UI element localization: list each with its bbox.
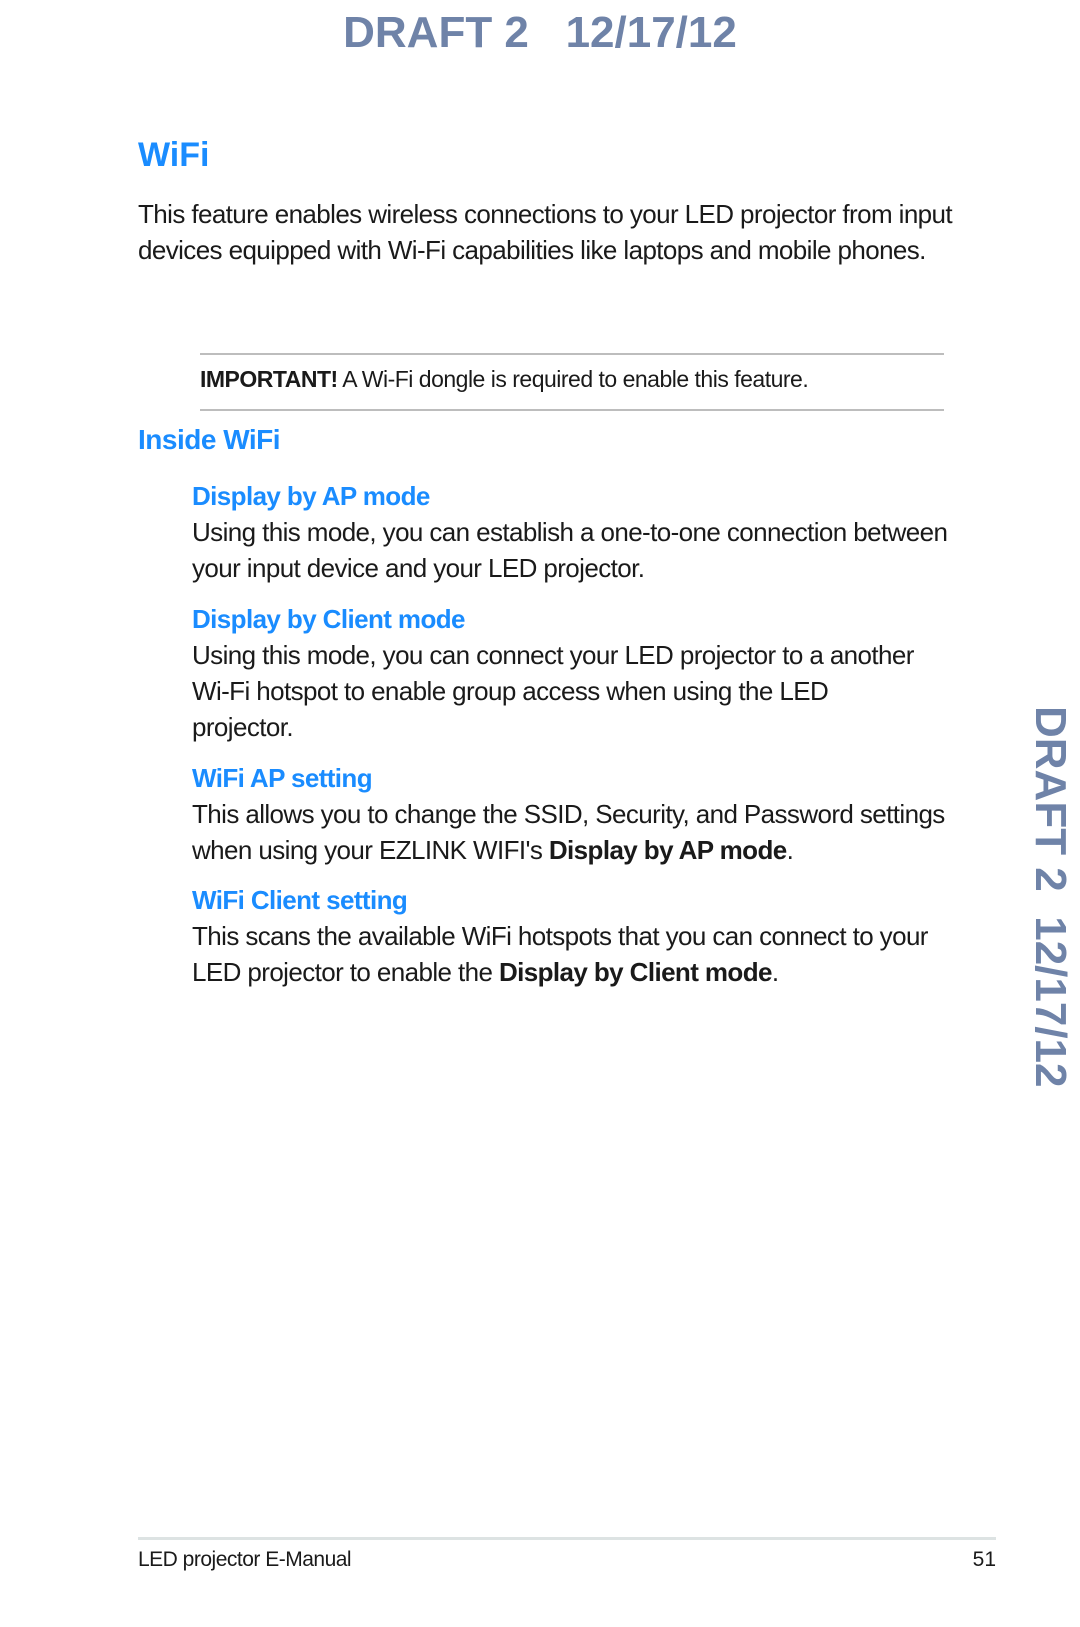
section-body-end: .: [786, 835, 794, 865]
section-display-by-client-mode: Display by Client mode Using this mode, …: [192, 601, 952, 745]
section-wifi-ap-setting: WiFi AP setting This allows you to chang…: [192, 760, 952, 868]
important-text: A Wi-Fi dongle is required to enable thi…: [337, 366, 809, 392]
important-note: IMPORTANT! A Wi-Fi dongle is required to…: [200, 366, 809, 393]
section-body: This allows you to change the SSID, Secu…: [192, 796, 952, 868]
section-heading: WiFi Client setting: [192, 885, 408, 915]
page-title: WiFi: [138, 136, 210, 174]
important-top-rule: [200, 353, 944, 355]
section-body-end: .: [771, 957, 779, 987]
important-bottom-rule: [200, 409, 944, 411]
section-display-by-ap-mode: Display by AP mode Using this mode, you …: [192, 478, 952, 586]
intro-paragraph: This feature enables wireless connection…: [138, 199, 953, 265]
footer-manual-name: LED projector E-Manual: [138, 1548, 352, 1571]
section-body-bold: Display by Client mode: [498, 957, 772, 987]
section-body: Using this mode, you can connect your LE…: [192, 640, 914, 742]
section-heading: WiFi AP setting: [192, 763, 373, 793]
section-heading: Display by Client mode: [192, 604, 465, 634]
footer-page-number: 51: [972, 1548, 996, 1571]
draft-watermark-side-text: DRAFT 2 12/17/12: [1026, 706, 1075, 1088]
section-title-inside-wifi: Inside WiFi: [138, 424, 281, 455]
section-body: This scans the available WiFi hotspots t…: [192, 918, 952, 990]
section-body-bold: Display by AP mode: [548, 835, 787, 865]
section-body: Using this mode, you can establish a one…: [192, 517, 948, 583]
important-label: IMPORTANT!: [200, 366, 338, 392]
section-wifi-client-setting: WiFi Client setting This scans the avail…: [192, 882, 952, 990]
footer-rule: [138, 1537, 996, 1540]
draft-watermark-top: DRAFT 2 12/17/12: [343, 8, 737, 57]
draft-watermark-side: DRAFT 2 12/17/12: [1026, 706, 1075, 1106]
section-heading: Display by AP mode: [192, 481, 430, 511]
